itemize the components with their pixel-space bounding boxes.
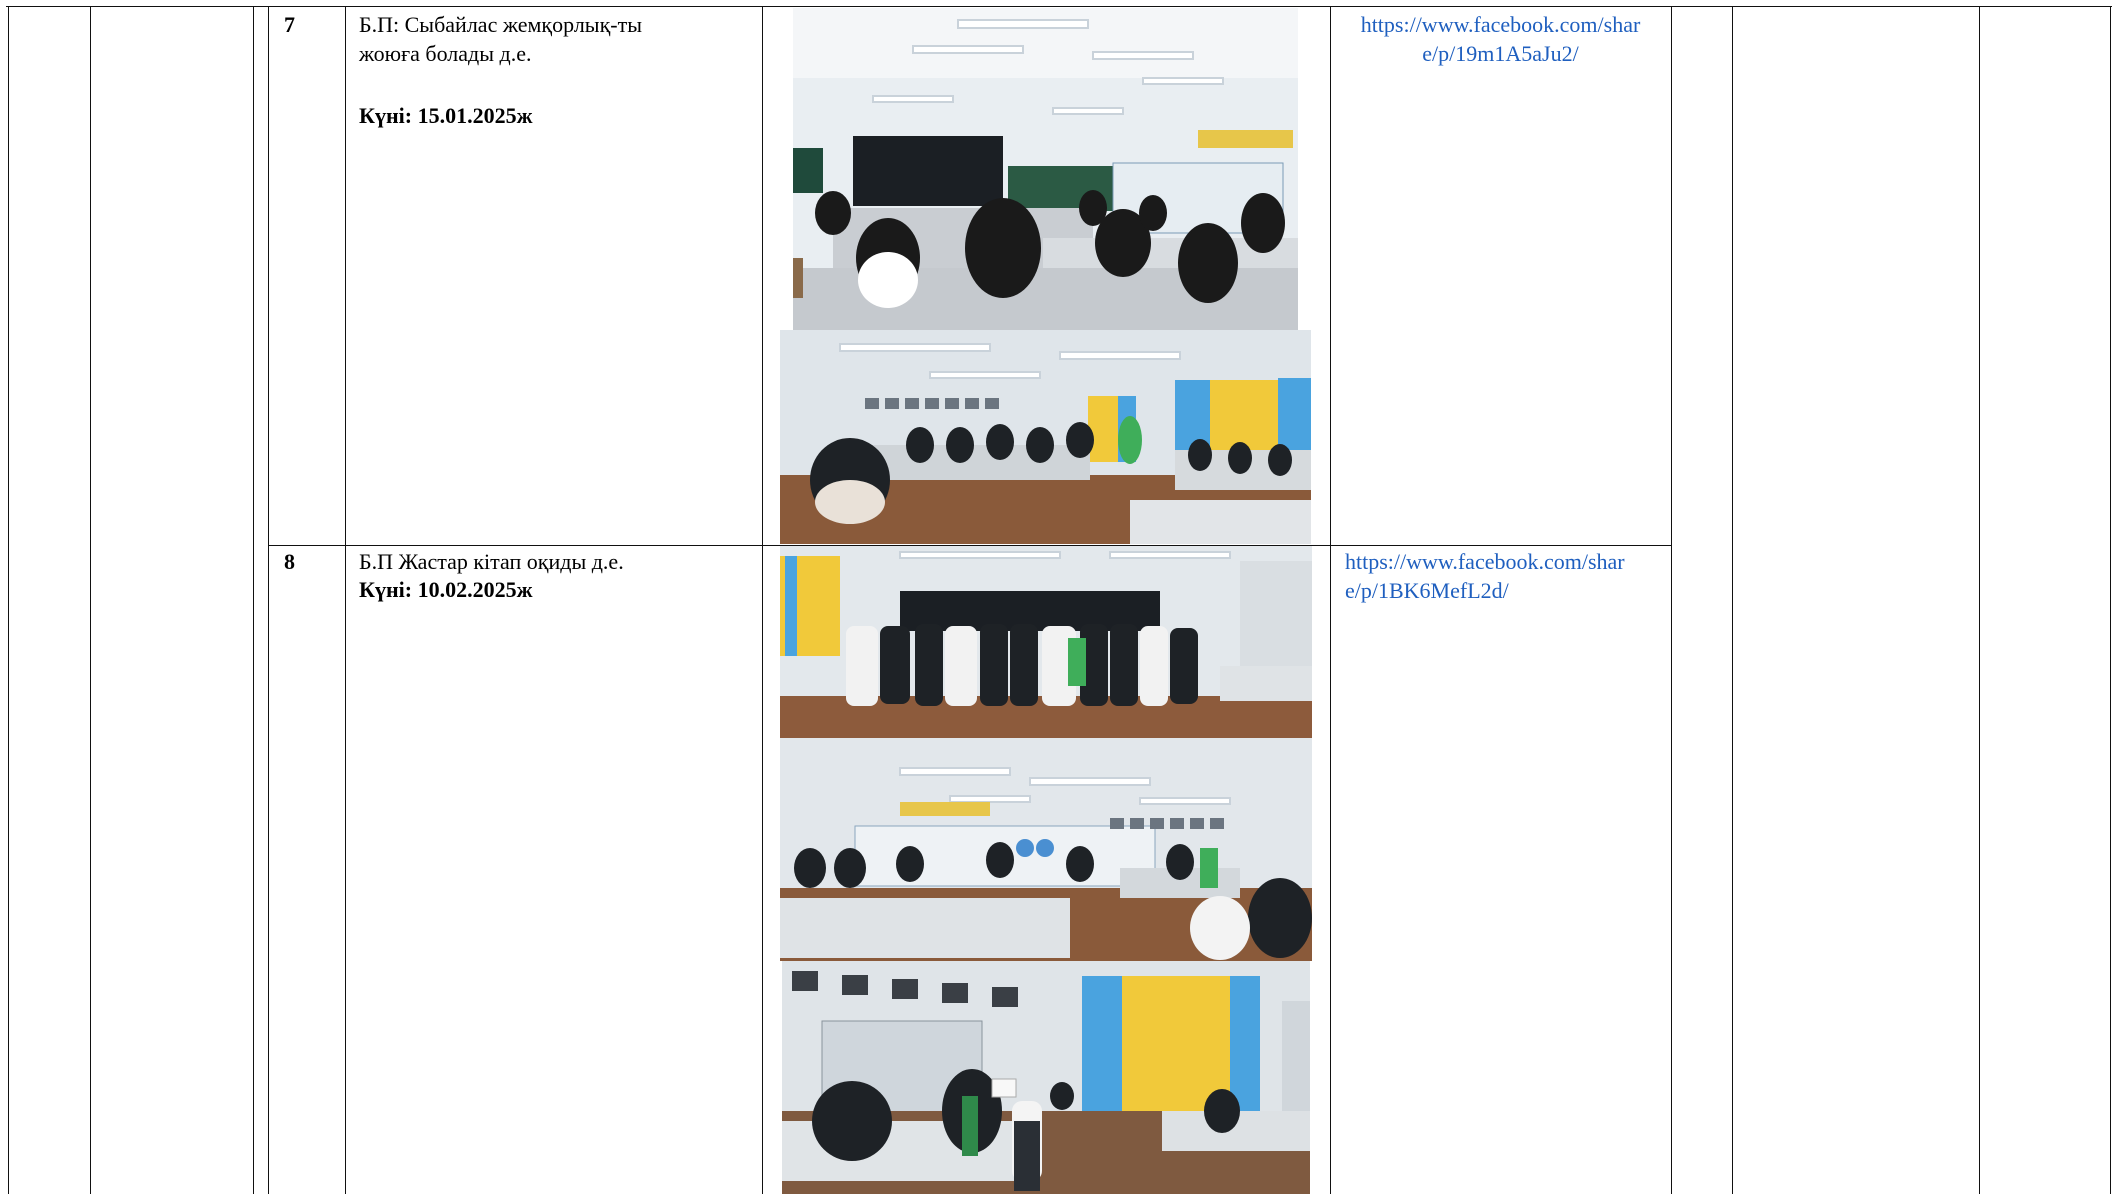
facebook-link-line: e/p/19m1A5aJu2/ — [1422, 41, 1579, 66]
event-date: Күні: 15.01.2025ж — [359, 103, 533, 128]
event-date: Күні: 10.02.2025ж — [359, 577, 533, 602]
table-right-border — [2110, 6, 2111, 1194]
classroom-photo — [782, 961, 1310, 1194]
classroom-photo — [780, 546, 1312, 738]
classroom-photo — [793, 8, 1298, 330]
column-divider — [268, 6, 269, 1194]
row-number: 7 — [284, 12, 295, 37]
classroom-photo — [780, 330, 1311, 544]
event-title: Б.П: Сыбайлас жемқорлық-ты жоюға болады … — [359, 12, 642, 66]
document-page: 7 Б.П: Сыбайлас жемқорлық-ты жоюға болад… — [0, 0, 2118, 1194]
facebook-link[interactable]: https://www.facebook.com/shar e/p/1BK6Me… — [1345, 547, 1671, 605]
column-divider — [1732, 6, 1733, 1194]
row-number: 8 — [284, 549, 295, 574]
event-title: Б.П Жастар кітап оқиды д.е. — [359, 549, 624, 574]
facebook-link-line: e/p/1BK6MefL2d/ — [1345, 578, 1509, 603]
facebook-link-line: https://www.facebook.com/shar — [1345, 549, 1625, 574]
column-divider — [762, 6, 763, 1194]
table-top-border — [6, 6, 2112, 7]
facebook-link-line: https://www.facebook.com/shar — [1360, 12, 1641, 37]
column-divider — [1330, 6, 1331, 1194]
facebook-link[interactable]: https://www.facebook.com/shar e/p/19m1A5… — [1330, 10, 1671, 68]
column-divider — [90, 6, 91, 1194]
table-left-border — [8, 6, 9, 1194]
column-divider — [253, 6, 254, 1194]
classroom-photo — [780, 738, 1312, 961]
column-divider — [1671, 6, 1672, 1194]
column-divider — [1979, 6, 1980, 1194]
column-divider — [345, 6, 346, 1194]
